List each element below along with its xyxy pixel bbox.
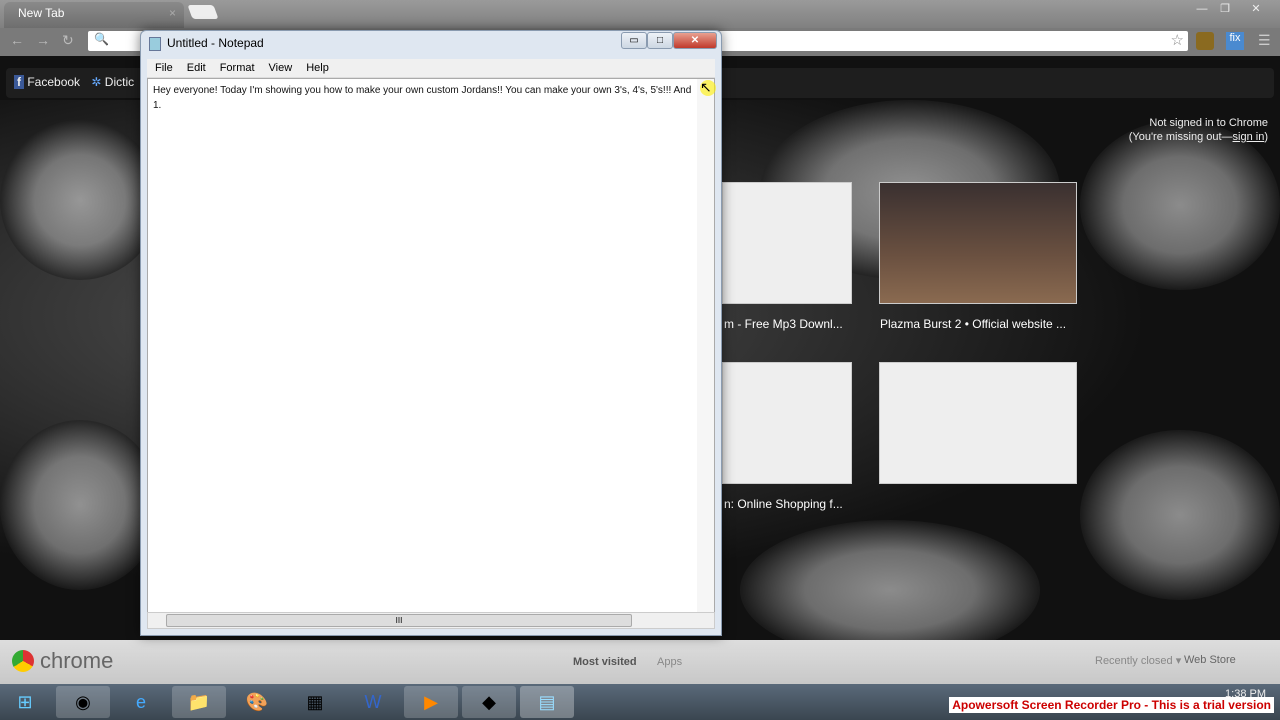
taskbar-word-icon[interactable]: W bbox=[346, 686, 400, 718]
most-visited-thumbnail[interactable] bbox=[722, 182, 852, 304]
most-visited-thumbnail[interactable] bbox=[722, 362, 852, 484]
thumbnail-title[interactable]: Plazma Burst 2 • Official website ... bbox=[880, 317, 1066, 331]
recorder-watermark: Apowersoft Screen Recorder Pro - This is… bbox=[949, 697, 1274, 713]
back-icon[interactable]: ← bbox=[10, 32, 24, 48]
taskbar-internet-explorer-icon[interactable]: e bbox=[114, 686, 168, 718]
thumbnail-title[interactable]: n: Online Shopping f... bbox=[724, 497, 843, 511]
fix-extension-icon[interactable]: fix bbox=[1226, 32, 1244, 50]
start-button[interactable]: ⊞ bbox=[0, 686, 50, 718]
menu-format[interactable]: Format bbox=[214, 60, 261, 76]
taskbar-paint-icon[interactable]: 🎨 bbox=[230, 686, 284, 718]
menu-view[interactable]: View bbox=[263, 60, 299, 76]
notepad-window: Untitled - Notepad ▭ □ ✕ File Edit Forma… bbox=[140, 30, 722, 636]
taskbar-chrome-icon[interactable]: ◉ bbox=[56, 686, 110, 718]
taskbar-notepad-icon[interactable]: ▤ bbox=[520, 686, 574, 718]
star-icon[interactable]: ☆ bbox=[1171, 31, 1184, 49]
ntp-footer: chrome Most visited Apps Recently closed… bbox=[0, 640, 1280, 684]
new-tab-button[interactable] bbox=[187, 5, 219, 19]
dictionary-icon: ✲ bbox=[91, 75, 102, 89]
menu-file[interactable]: File bbox=[149, 60, 179, 76]
taskbar-file-explorer-icon[interactable]: 📁 bbox=[172, 686, 226, 718]
menu-edit[interactable]: Edit bbox=[181, 60, 212, 76]
bookmark-facebook[interactable]: f Facebook bbox=[14, 75, 80, 89]
most-visited-thumbnail[interactable] bbox=[879, 182, 1077, 304]
menu-icon[interactable]: ☰ bbox=[1258, 32, 1271, 49]
facebook-icon: f bbox=[14, 75, 24, 89]
tab-strip: New Tab × — ❐ ✕ bbox=[0, 0, 1280, 28]
menu-help[interactable]: Help bbox=[300, 60, 335, 76]
close-tab-icon[interactable]: × bbox=[169, 6, 176, 20]
close-button[interactable]: ✕ bbox=[1244, 0, 1268, 18]
reload-icon[interactable]: ↻ bbox=[62, 32, 74, 49]
mouse-cursor-icon: ↖ bbox=[700, 80, 716, 96]
web-store-link[interactable]: Web Store bbox=[1184, 654, 1236, 666]
chrome-logo-icon bbox=[12, 650, 34, 672]
tab-new-tab[interactable]: New Tab × bbox=[4, 2, 184, 28]
minimize-button[interactable]: ▭ bbox=[621, 32, 647, 49]
most-visited-tab[interactable]: Most visited bbox=[573, 656, 637, 668]
thumbnail-title[interactable]: m - Free Mp3 Downl... bbox=[724, 317, 843, 331]
menu-bar: File Edit Format View Help bbox=[147, 59, 715, 78]
sign-in-link[interactable]: sign in bbox=[1233, 131, 1265, 143]
taskbar-media-player-icon[interactable]: ▶ bbox=[404, 686, 458, 718]
apps-tab[interactable]: Apps bbox=[657, 656, 682, 668]
minimize-button[interactable]: — bbox=[1190, 0, 1214, 18]
window-title: Untitled - Notepad bbox=[167, 36, 264, 50]
horizontal-scrollbar[interactable]: III bbox=[147, 612, 715, 629]
notepad-icon bbox=[149, 37, 161, 51]
bookmark-dictionary[interactable]: ✲ Dictic bbox=[91, 75, 134, 89]
scrollbar-thumb[interactable]: III bbox=[166, 614, 632, 627]
maximize-button[interactable]: □ bbox=[647, 32, 673, 49]
text-editor[interactable]: Hey everyone! Today I'm showing you how … bbox=[147, 78, 715, 618]
extension-icon[interactable] bbox=[1196, 32, 1214, 50]
search-icon: 🔍 bbox=[94, 32, 109, 46]
vertical-scrollbar[interactable] bbox=[697, 79, 714, 612]
most-visited-thumbnail[interactable] bbox=[879, 362, 1077, 484]
signin-promo: Not signed in to Chrome (You're missing … bbox=[1128, 117, 1268, 143]
close-button[interactable]: ✕ bbox=[673, 32, 717, 49]
forward-icon[interactable]: → bbox=[36, 32, 50, 48]
taskbar-bluestacks-icon[interactable]: ◆ bbox=[462, 686, 516, 718]
taskbar-calculator-icon[interactable]: ▦ bbox=[288, 686, 342, 718]
restore-button[interactable]: ❐ bbox=[1213, 0, 1237, 18]
recently-closed-menu[interactable]: Recently closed ▾ bbox=[1095, 654, 1181, 667]
